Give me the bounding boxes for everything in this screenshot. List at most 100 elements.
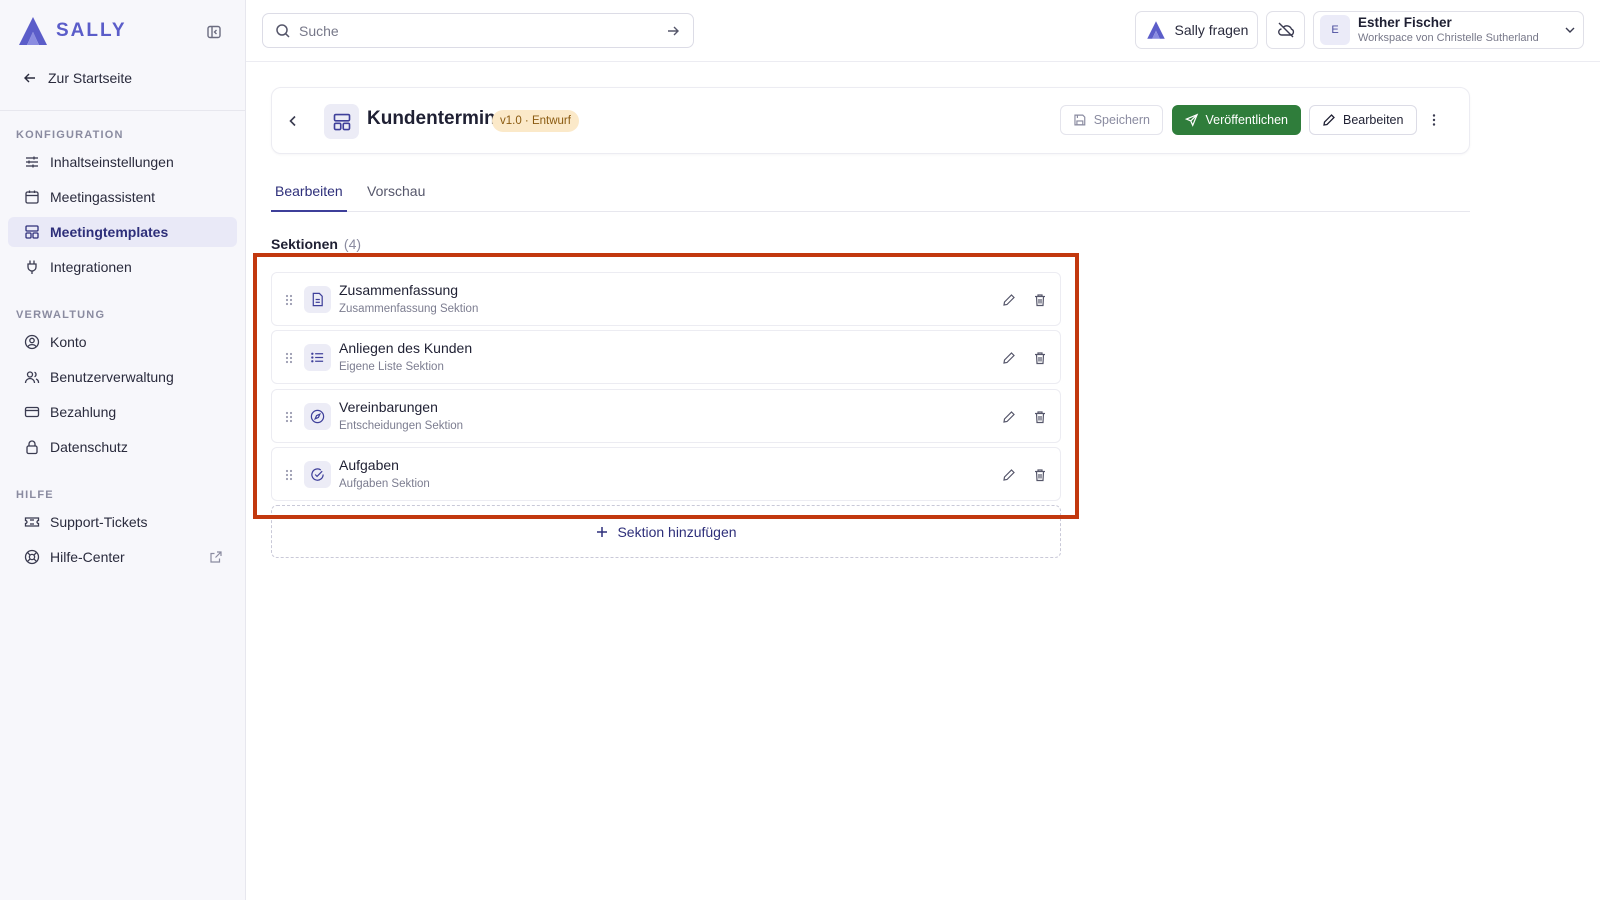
sidebar-item-konto[interactable]: Konto xyxy=(8,327,237,357)
section-subtitle: Aufgaben Sektion xyxy=(339,478,430,490)
visibility-toggle-button[interactable] xyxy=(1266,11,1305,49)
home-link-label: Zur Startseite xyxy=(48,70,133,86)
sidebar-item-label: Datenschutz xyxy=(50,439,128,455)
home-link[interactable]: Zur Startseite xyxy=(22,66,132,90)
brand-logo[interactable]: SALLY xyxy=(16,15,127,47)
sidebar-item-hilfe-center[interactable]: Hilfe-Center xyxy=(8,542,237,572)
sidebar-item-meetingassistent[interactable]: Meetingassistent xyxy=(8,182,237,212)
trash-icon xyxy=(1035,352,1045,365)
trash-icon xyxy=(1035,469,1045,482)
section-title: Zusammenfassung xyxy=(339,282,459,298)
section-title: Anliegen des Kunden xyxy=(339,340,473,356)
collapse-sidebar-button[interactable] xyxy=(204,22,224,42)
tab-vorschau[interactable]: Vorschau xyxy=(363,183,429,212)
section-row-aufgaben[interactable]: Aufgaben Aufgaben Sektion xyxy=(271,447,1061,501)
cloud-off-icon xyxy=(1277,22,1294,38)
section-row-anliegen-des-kunden[interactable]: Anliegen des Kunden Eigene Liste Sektion xyxy=(271,330,1061,384)
save-label: Speichern xyxy=(1093,113,1150,127)
sidebar-item-meetingtemplates[interactable]: Meetingtemplates xyxy=(8,217,237,247)
chevron-down-icon xyxy=(1565,27,1575,33)
check-circle-icon xyxy=(304,461,331,488)
delete-section-button[interactable] xyxy=(1030,290,1050,310)
section-subtitle: Entscheidungen Sektion xyxy=(339,420,464,432)
layout-template-icon xyxy=(24,224,40,240)
group-label-hilfe: HILFE xyxy=(16,489,54,501)
chevron-left-icon xyxy=(289,115,296,127)
sections-count: (4) xyxy=(343,236,362,252)
pencil-icon xyxy=(1003,469,1015,481)
add-section-button[interactable]: Sektion hinzufügen xyxy=(271,505,1061,558)
edit-section-button[interactable] xyxy=(999,407,1019,427)
sliders-icon xyxy=(24,154,40,170)
user-menu[interactable]: E Esther Fischer Workspace von Christell… xyxy=(1313,11,1584,49)
drag-handle-icon[interactable] xyxy=(282,409,296,425)
ask-sally-label: Sally fragen xyxy=(1174,22,1249,38)
sidebar-item-label: Support-Tickets xyxy=(50,514,148,530)
sidebar-item-label: Meetingassistent xyxy=(50,189,156,205)
pencil-icon xyxy=(1003,411,1015,423)
ask-sally-button[interactable]: Sally fragen xyxy=(1135,11,1258,49)
panel-collapse-icon xyxy=(207,25,221,39)
edit-label: Bearbeiten xyxy=(1343,113,1404,127)
publish-label: Veröffentlichen xyxy=(1205,113,1288,127)
section-row-zusammenfassung[interactable]: Zusammenfassung Zusammenfassung Sektion xyxy=(271,272,1061,326)
user-name: Esther Fischer xyxy=(1358,15,1452,30)
sidebar-item-support-tickets[interactable]: Support-Tickets xyxy=(8,507,237,537)
drag-handle-icon[interactable] xyxy=(282,467,296,483)
back-button[interactable] xyxy=(282,110,304,132)
section-title: Aufgaben xyxy=(339,457,399,473)
edit-section-button[interactable] xyxy=(999,348,1019,368)
sidebar-item-inhaltseinstellungen[interactable]: Inhaltseinstellungen xyxy=(8,147,237,177)
sidebar-item-bezahlung[interactable]: Bezahlung xyxy=(8,397,237,427)
drag-handle-icon[interactable] xyxy=(282,350,296,366)
edit-button[interactable]: Bearbeiten xyxy=(1309,105,1417,135)
page-title: Kundentermin xyxy=(367,108,496,129)
top-bar: Sally fragen E Esther Fischer Workspace … xyxy=(246,0,1600,62)
sidebar-item-benutzerverwaltung[interactable]: Benutzerverwaltung xyxy=(8,362,237,392)
search-box[interactable] xyxy=(262,13,694,48)
sally-logo-icon xyxy=(19,17,47,45)
tab-bearbeiten[interactable]: Bearbeiten xyxy=(271,183,347,212)
users-icon xyxy=(24,369,40,385)
publish-button[interactable]: Veröffentlichen xyxy=(1172,105,1301,135)
user-circle-icon xyxy=(24,334,40,350)
sidebar-item-label: Konto xyxy=(50,334,87,350)
pencil-icon xyxy=(1003,352,1015,364)
delete-section-button[interactable] xyxy=(1030,407,1050,427)
plug-icon xyxy=(24,259,40,275)
search-icon xyxy=(276,23,290,38)
user-info: Esther Fischer Workspace von Christelle … xyxy=(1358,15,1555,45)
save-button[interactable]: Speichern xyxy=(1060,105,1163,135)
more-vertical-icon xyxy=(1432,114,1436,126)
group-label-konfiguration: KONFIGURATION xyxy=(16,129,124,141)
delete-section-button[interactable] xyxy=(1030,348,1050,368)
sidebar-item-label: Hilfe-Center xyxy=(50,549,125,565)
sidebar-item-datenschutz[interactable]: Datenschutz xyxy=(8,432,237,462)
lock-icon xyxy=(24,439,40,455)
sidebar-item-label: Benutzerverwaltung xyxy=(50,369,174,385)
sidebar-item-label: Integrationen xyxy=(50,259,132,275)
compass-icon xyxy=(304,403,331,430)
trash-icon xyxy=(1035,411,1045,424)
layout-template-icon xyxy=(324,104,359,139)
arrow-right-icon[interactable] xyxy=(665,23,681,39)
save-icon xyxy=(1074,114,1086,126)
drag-handle-icon[interactable] xyxy=(282,292,296,308)
sidebar-divider xyxy=(0,110,245,111)
more-options-button[interactable] xyxy=(1424,110,1444,130)
section-row-vereinbarungen[interactable]: Vereinbarungen Entscheidungen Sektion xyxy=(271,389,1061,443)
user-workspace: Workspace von Christelle Sutherland xyxy=(1358,32,1539,44)
calendar-icon xyxy=(24,189,40,205)
pencil-icon xyxy=(1003,294,1015,306)
section-subtitle: Zusammenfassung Sektion xyxy=(339,303,479,315)
pencil-icon xyxy=(1323,114,1335,126)
sidebar-item-label: Inhaltseinstellungen xyxy=(50,154,174,170)
sections-heading-label: Sektionen xyxy=(271,236,338,252)
search-input[interactable] xyxy=(299,22,657,39)
avatar: E xyxy=(1320,15,1350,45)
edit-section-button[interactable] xyxy=(999,465,1019,485)
edit-section-button[interactable] xyxy=(999,290,1019,310)
arrow-left-icon xyxy=(24,73,35,83)
sidebar-item-integrationen[interactable]: Integrationen xyxy=(8,252,237,282)
delete-section-button[interactable] xyxy=(1030,465,1050,485)
